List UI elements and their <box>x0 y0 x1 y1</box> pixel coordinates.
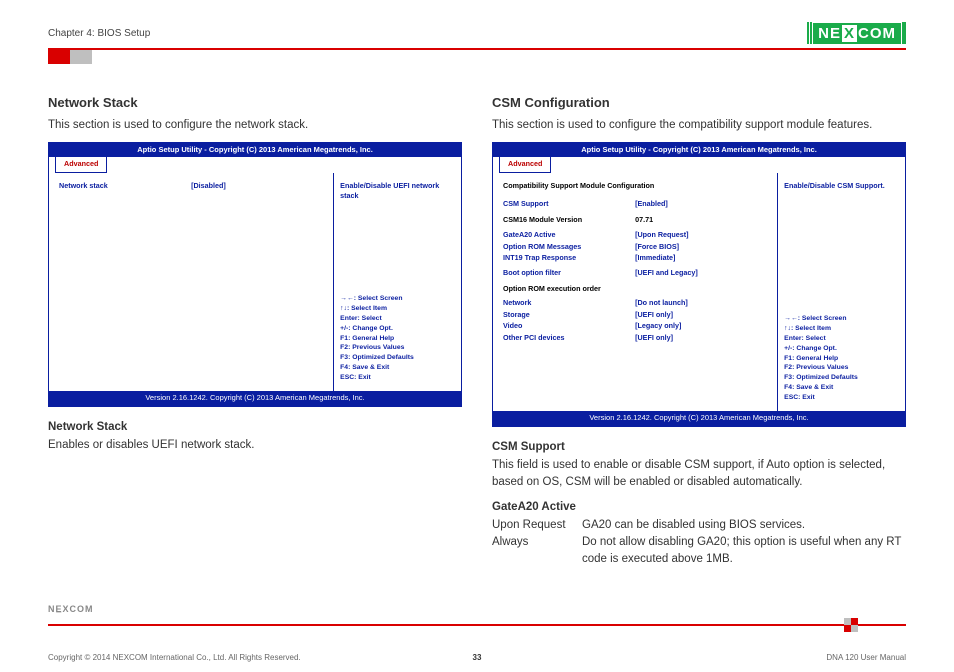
bios-row-rom-video[interactable]: Video[Legacy only] <box>503 321 767 331</box>
bios-row-gatea20[interactable]: GateA20 Active[Upon Request] <box>503 230 767 240</box>
bios-help-text: Enable/Disable CSM Support. <box>784 181 899 191</box>
bios-row-rom-exec-order: Option ROM execution order <box>503 284 767 294</box>
bios-row-int19[interactable]: INT19 Trap Response[Immediate] <box>503 253 767 263</box>
bios-help-text: Enable/Disable UEFI network stack <box>340 181 455 202</box>
footer-logo: NE̲XCOM <box>48 604 906 614</box>
bios-nav-help: →←: Select Screen ↑↓: Select Item Enter:… <box>784 314 899 403</box>
bios-panel-network: Aptio Setup Utility - Copyright (C) 2013… <box>48 142 462 407</box>
network-stack-intro: This section is used to configure the ne… <box>48 117 462 134</box>
gatea20-always: Always Do not allow disabling GA20; this… <box>492 534 906 567</box>
chapter-title: Chapter 4: BIOS Setup <box>48 28 150 39</box>
bios-tab-advanced[interactable]: Advanced <box>499 157 551 172</box>
bios-title: Aptio Setup Utility - Copyright (C) 2013… <box>493 143 905 158</box>
right-column: CSM Configuration This section is used t… <box>492 94 906 567</box>
bios-nav-help: →←: Select Screen ↑↓: Select Item Enter:… <box>340 294 455 383</box>
manual-name: DNA 120 User Manual <box>826 653 906 662</box>
page-number: 33 <box>473 653 482 662</box>
csm-support-heading: CSM Support <box>492 439 906 456</box>
bios-row-csm16-version: CSM16 Module Version07.71 <box>503 215 767 225</box>
bios-row-csm-support[interactable]: CSM Support[Enabled] <box>503 199 767 209</box>
footer-rule <box>48 624 906 626</box>
network-stack-desc: Enables or disables UEFI network stack. <box>48 437 462 454</box>
bios-row-rom-other[interactable]: Other PCI devices[UEFI only] <box>503 333 767 343</box>
bios-panel-csm: Aptio Setup Utility - Copyright (C) 2013… <box>492 142 906 427</box>
copyright-text: Copyright © 2014 NEXCOM International Co… <box>48 653 301 662</box>
bios-title: Aptio Setup Utility - Copyright (C) 2013… <box>49 143 461 158</box>
bios-row-rom-network[interactable]: Network[Do not launch] <box>503 298 767 308</box>
csm-support-desc: This field is used to enable or disable … <box>492 457 906 490</box>
bios-row-network-stack[interactable]: Network stack [Disabled] <box>59 181 323 191</box>
bios-footer: Version 2.16.1242. Copyright (C) 2013 Am… <box>49 391 461 406</box>
network-stack-subheading: Network Stack <box>48 419 462 436</box>
bios-row-rom-storage[interactable]: Storage[UEFI only] <box>503 310 767 320</box>
csm-config-intro: This section is used to configure the co… <box>492 117 906 134</box>
header-accent <box>48 50 906 64</box>
gatea20-upon-request: Upon Request GA20 can be disabled using … <box>492 517 906 534</box>
bios-tab-advanced[interactable]: Advanced <box>55 157 107 172</box>
nexcom-logo: NEXCOM <box>807 22 906 44</box>
bios-section-heading: Compatibility Support Module Configurati… <box>503 181 767 191</box>
footer-accent <box>844 618 858 632</box>
csm-config-heading: CSM Configuration <box>492 94 906 113</box>
network-stack-heading: Network Stack <box>48 94 462 113</box>
gatea20-heading: GateA20 Active <box>492 499 906 516</box>
left-column: Network Stack This section is used to co… <box>48 94 462 567</box>
bios-row-option-rom-msg[interactable]: Option ROM Messages[Force BIOS] <box>503 242 767 252</box>
bios-footer: Version 2.16.1242. Copyright (C) 2013 Am… <box>493 411 905 426</box>
bios-row-boot-filter[interactable]: Boot option filter[UEFI and Legacy] <box>503 268 767 278</box>
